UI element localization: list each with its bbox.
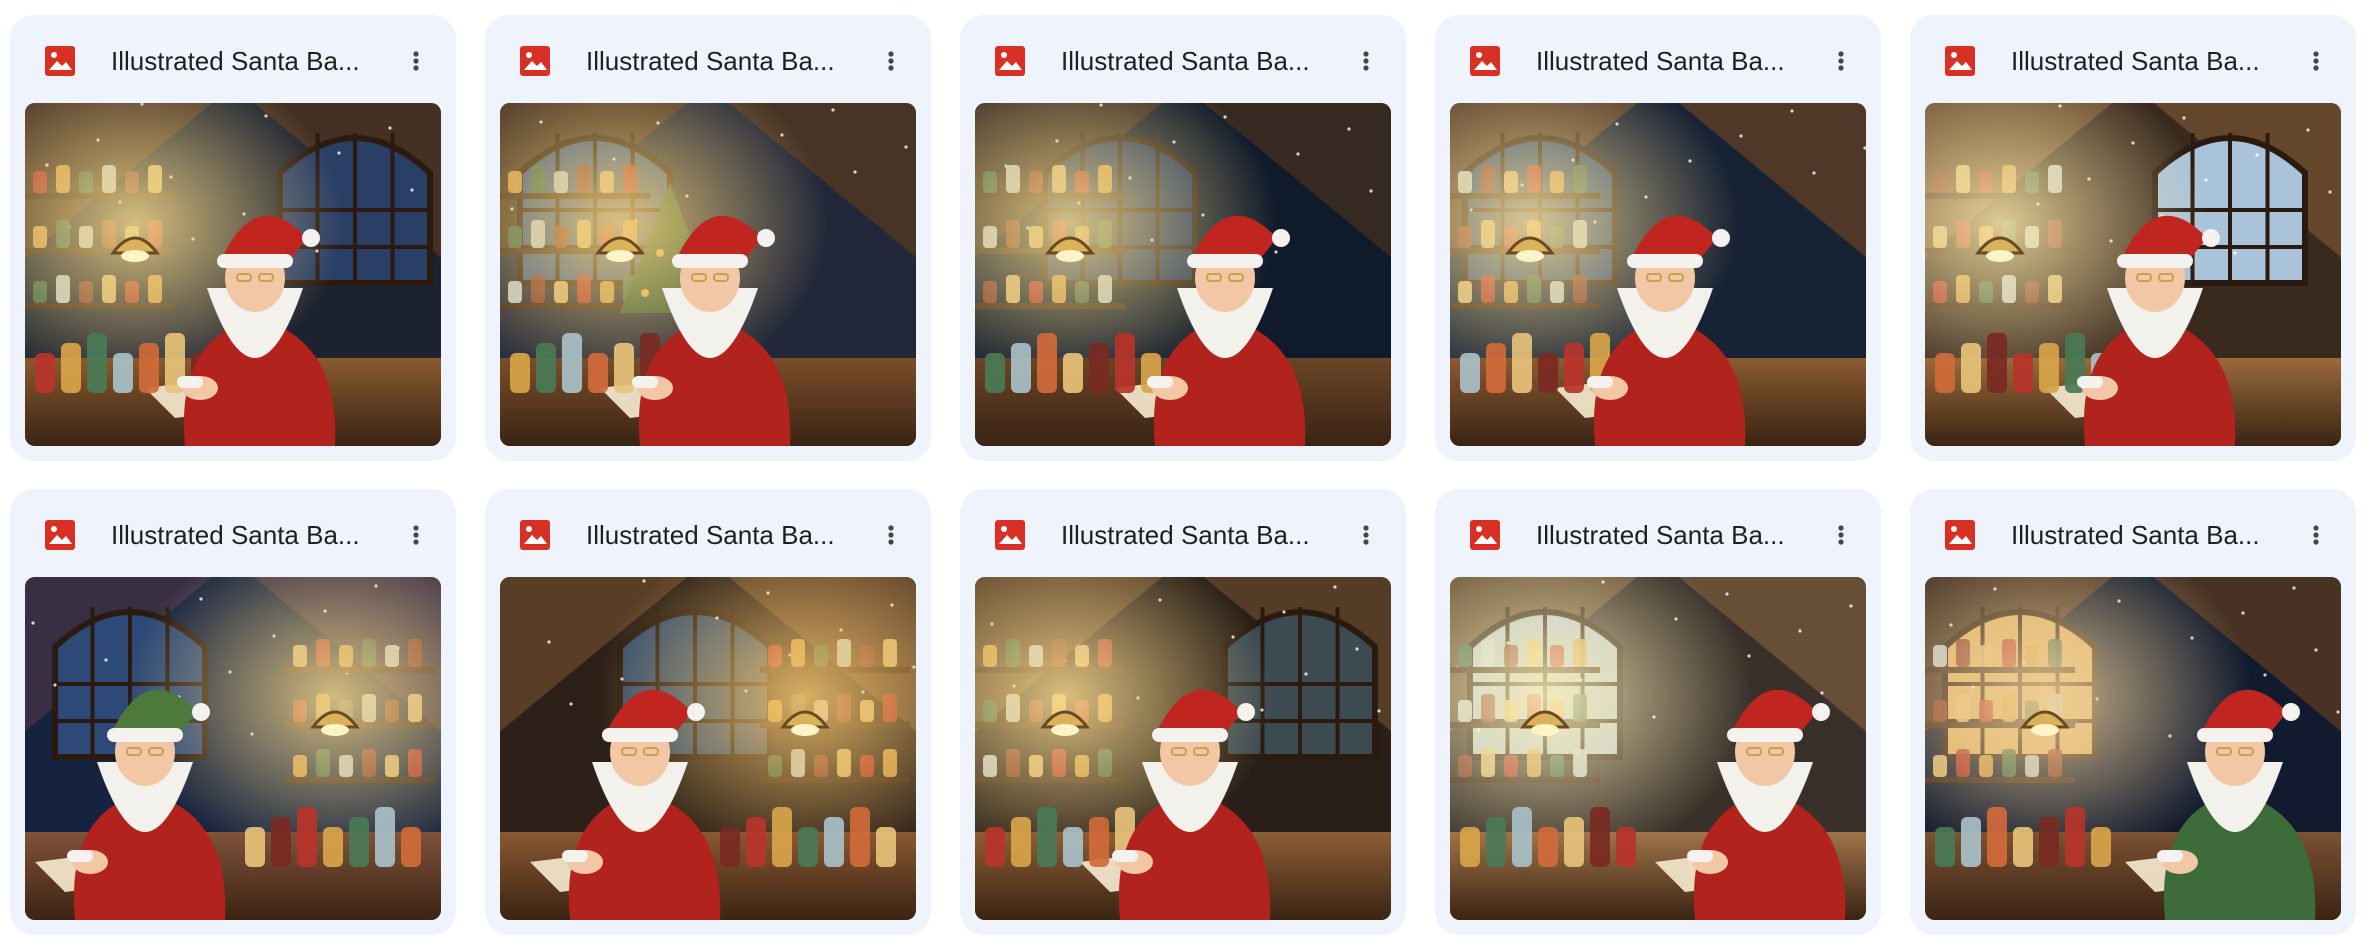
- more-options-button[interactable]: [394, 39, 438, 83]
- image-thumbnail[interactable]: [1925, 103, 2341, 446]
- image-file-icon: [520, 520, 550, 550]
- file-card-9[interactable]: Illustrated Santa Ba...: [1435, 489, 1881, 935]
- file-card-8[interactable]: Illustrated Santa Ba...: [960, 489, 1406, 935]
- more-vert-icon: [2313, 525, 2319, 545]
- file-name: Illustrated Santa Ba...: [586, 46, 835, 76]
- file-name: Illustrated Santa Ba...: [586, 520, 835, 550]
- file-name: Illustrated Santa Ba...: [1061, 520, 1310, 550]
- image-file-icon: [45, 520, 75, 550]
- file-grid: Illustrated Santa Ba... Illustrated Sant…: [10, 15, 2356, 935]
- more-vert-icon: [413, 525, 419, 545]
- file-name: Illustrated Santa Ba...: [111, 520, 360, 550]
- file-card-header: Illustrated Santa Ba...: [10, 15, 456, 103]
- more-options-button[interactable]: [1819, 39, 1863, 83]
- file-card-header: Illustrated Santa Ba...: [960, 15, 1406, 103]
- image-file-icon: [520, 46, 550, 76]
- image-thumbnail[interactable]: [975, 103, 1391, 446]
- more-options-button[interactable]: [869, 513, 913, 557]
- more-vert-icon: [2313, 51, 2319, 71]
- image-file-icon: [1945, 46, 1975, 76]
- file-name: Illustrated Santa Ba...: [1061, 46, 1310, 76]
- image-file-icon: [995, 46, 1025, 76]
- image-thumbnail[interactable]: [25, 577, 441, 920]
- more-vert-icon: [888, 51, 894, 71]
- file-name: Illustrated Santa Ba...: [1536, 520, 1785, 550]
- image-thumbnail[interactable]: [25, 103, 441, 446]
- file-card-header: Illustrated Santa Ba...: [1435, 15, 1881, 103]
- more-options-button[interactable]: [1819, 513, 1863, 557]
- file-card-7[interactable]: Illustrated Santa Ba...: [485, 489, 931, 935]
- image-file-icon: [1470, 46, 1500, 76]
- file-card-2[interactable]: Illustrated Santa Ba...: [485, 15, 931, 461]
- file-card-header: Illustrated Santa Ba...: [1910, 15, 2356, 103]
- file-card-4[interactable]: Illustrated Santa Ba...: [1435, 15, 1881, 461]
- more-vert-icon: [413, 51, 419, 71]
- more-options-button[interactable]: [2294, 39, 2338, 83]
- file-card-header: Illustrated Santa Ba...: [1435, 489, 1881, 577]
- file-card-header: Illustrated Santa Ba...: [960, 489, 1406, 577]
- more-vert-icon: [1363, 525, 1369, 545]
- more-options-button[interactable]: [1344, 39, 1388, 83]
- more-options-button[interactable]: [2294, 513, 2338, 557]
- file-card-header: Illustrated Santa Ba...: [10, 489, 456, 577]
- file-card-1[interactable]: Illustrated Santa Ba...: [10, 15, 456, 461]
- image-thumbnail[interactable]: [1925, 577, 2341, 920]
- file-name: Illustrated Santa Ba...: [1536, 46, 1785, 76]
- file-card-header: Illustrated Santa Ba...: [485, 15, 931, 103]
- file-card-10[interactable]: Illustrated Santa Ba...: [1910, 489, 2356, 935]
- more-options-button[interactable]: [869, 39, 913, 83]
- more-options-button[interactable]: [394, 513, 438, 557]
- file-card-header: Illustrated Santa Ba...: [485, 489, 931, 577]
- file-name: Illustrated Santa Ba...: [2011, 46, 2260, 76]
- file-card-5[interactable]: Illustrated Santa Ba...: [1910, 15, 2356, 461]
- image-thumbnail[interactable]: [975, 577, 1391, 920]
- image-file-icon: [1470, 520, 1500, 550]
- more-vert-icon: [1838, 51, 1844, 71]
- more-vert-icon: [1363, 51, 1369, 71]
- image-thumbnail[interactable]: [500, 103, 916, 446]
- file-name: Illustrated Santa Ba...: [111, 46, 360, 76]
- image-file-icon: [1945, 520, 1975, 550]
- image-file-icon: [995, 520, 1025, 550]
- more-vert-icon: [1838, 525, 1844, 545]
- image-thumbnail[interactable]: [500, 577, 916, 920]
- file-card-6[interactable]: Illustrated Santa Ba...: [10, 489, 456, 935]
- image-file-icon: [45, 46, 75, 76]
- file-card-header: Illustrated Santa Ba...: [1910, 489, 2356, 577]
- file-card-3[interactable]: Illustrated Santa Ba...: [960, 15, 1406, 461]
- more-options-button[interactable]: [1344, 513, 1388, 557]
- more-vert-icon: [888, 525, 894, 545]
- file-name: Illustrated Santa Ba...: [2011, 520, 2260, 550]
- image-thumbnail[interactable]: [1450, 103, 1866, 446]
- image-thumbnail[interactable]: [1450, 577, 1866, 920]
